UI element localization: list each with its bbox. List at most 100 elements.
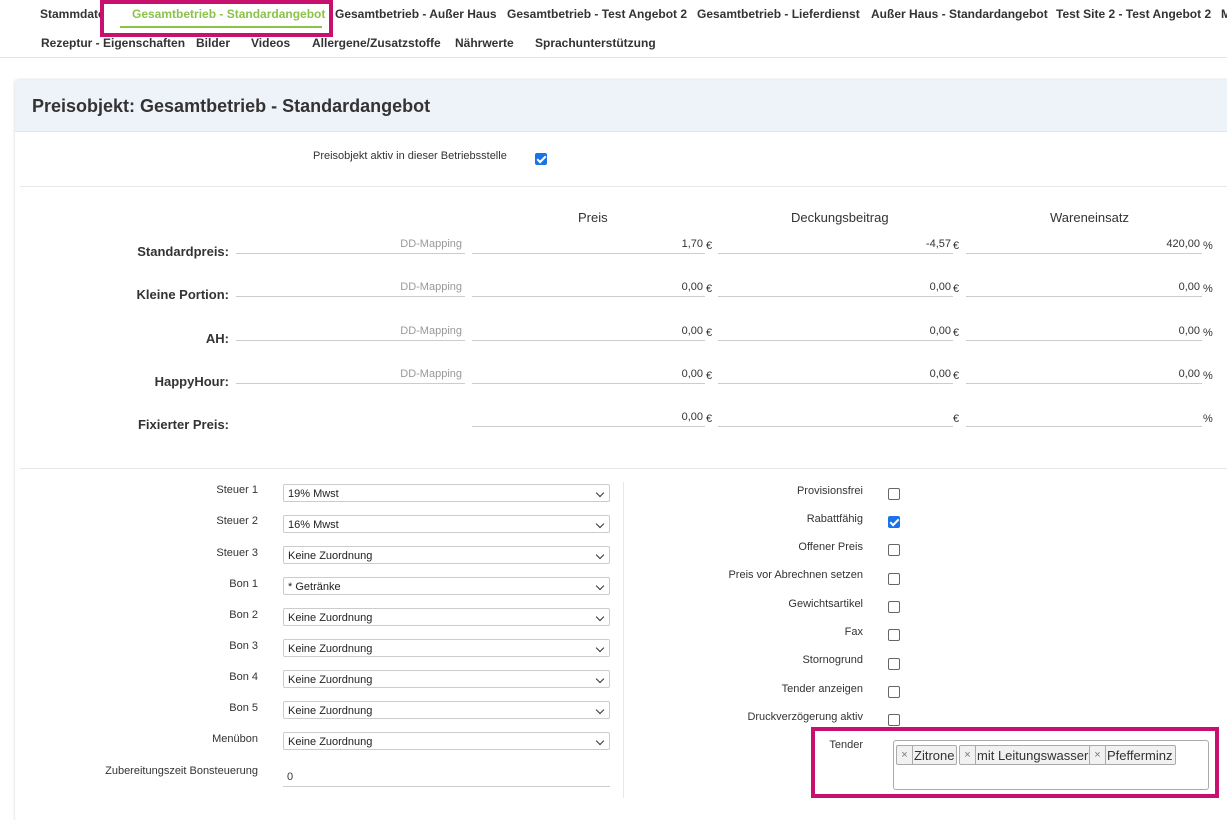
zubereitung-input[interactable]: 0 (283, 763, 610, 787)
checkbox-label: Fax (844, 626, 863, 638)
rabattfaehig-checkbox[interactable] (888, 516, 900, 528)
deckungsbeitrag-input[interactable]: 0,00 (718, 368, 953, 384)
select-label: Bon 3 (229, 640, 258, 652)
remove-tag-icon[interactable]: × (1090, 746, 1106, 764)
select-label: Bon 2 (229, 609, 258, 621)
active-toggle-label: Preisobjekt aktiv in dieser Betriebsstel… (313, 150, 507, 162)
checkbox-label: Druckverzögerung aktiv (747, 711, 863, 723)
bon5-select[interactable]: Keine Zuordnung (283, 701, 610, 719)
tab-gesamtbetrieb-test-angebot-2[interactable]: Gesamtbetrieb - Test Angebot 2 (507, 7, 687, 21)
percent-unit: % (1203, 240, 1213, 252)
tab-overflow[interactable]: M (1221, 7, 1227, 21)
col-header-preis: Preis (578, 210, 608, 225)
select-label: Bon 4 (229, 671, 258, 683)
chevron-down-icon (595, 612, 605, 622)
checkbox-label: Stornogrund (802, 654, 863, 666)
tab-allergene-zusatzstoffe[interactable]: Allergene/Zusatzstoffe (312, 36, 441, 50)
deckungsbeitrag-input[interactable] (718, 411, 953, 427)
steuer3-select[interactable]: Keine Zuordnung (283, 546, 610, 564)
tab-gesamtbetrieb-standardangebot[interactable]: Gesamtbetrieb - Standardangebot (132, 7, 325, 21)
preis-input[interactable]: 0,00 (472, 411, 705, 427)
col-header-deckungsbeitrag: Deckungsbeitrag (791, 210, 889, 225)
currency-unit: € (706, 327, 713, 339)
active-toggle-checkbox[interactable] (535, 153, 547, 165)
chevron-down-icon (595, 581, 605, 591)
deckungsbeitrag-input[interactable]: 0,00 (718, 325, 953, 341)
steuer2-select[interactable]: 16% Mwst (283, 515, 610, 533)
divider (20, 468, 1227, 469)
page-title: Preisobjekt: Gesamtbetrieb - Standardang… (32, 96, 431, 116)
preis-input[interactable]: 1,70 (472, 238, 705, 254)
currency-unit: € (706, 370, 713, 382)
wareneinsatz-input[interactable]: 0,00 (966, 281, 1202, 297)
tab-ausser-haus-standardangebot[interactable]: Außer Haus - Standardangebot (871, 7, 1048, 21)
column-divider (623, 482, 624, 798)
currency-unit: € (953, 370, 960, 382)
tender-multiselect[interactable]: × Zitrone × mit Leitungswasser × Pfeffer… (893, 740, 1209, 790)
select-label: Steuer 2 (216, 515, 258, 527)
chevron-down-icon (595, 674, 605, 684)
bon4-select[interactable]: Keine Zuordnung (283, 670, 610, 688)
currency-unit: € (953, 240, 960, 252)
tab-rezeptur-eigenschaften[interactable]: Rezeptur - Eigenschaften (41, 36, 185, 50)
remove-tag-icon[interactable]: × (897, 746, 913, 764)
deckungsbeitrag-input[interactable]: -4,57 (718, 238, 953, 254)
row-label-fixierter-preis: Fixierter Preis: (137, 417, 229, 432)
mapping-input[interactable]: DD-Mapping (236, 238, 465, 254)
fax-checkbox[interactable] (888, 629, 900, 641)
preis-input[interactable]: 0,00 (472, 325, 705, 341)
bon1-select[interactable]: * Getränke (283, 577, 610, 595)
druckverzoegerung-checkbox[interactable] (888, 714, 900, 726)
remove-tag-icon[interactable]: × (960, 746, 976, 764)
tab-bilder[interactable]: Bilder (196, 36, 230, 50)
bon2-select[interactable]: Keine Zuordnung (283, 608, 610, 626)
tender-anzeigen-checkbox[interactable] (888, 686, 900, 698)
select-label: Steuer 1 (216, 484, 258, 496)
tab-sprachunterstuetzung[interactable]: Sprachunterstützung (535, 36, 656, 50)
provisionsfrei-checkbox[interactable] (888, 488, 900, 500)
percent-unit: % (1203, 283, 1213, 295)
tender-tag: × Zitrone (896, 745, 958, 765)
chevron-down-icon (595, 550, 605, 560)
percent-unit: % (1203, 370, 1213, 382)
wareneinsatz-input[interactable]: 420,00 (966, 238, 1202, 254)
preis-vor-abrechnen-checkbox[interactable] (888, 573, 900, 585)
checkbox-label: Rabattfähig (806, 513, 863, 525)
row-label-standardpreis: Standardpreis: (137, 244, 229, 259)
wareneinsatz-input[interactable]: 0,00 (966, 325, 1202, 341)
wareneinsatz-input[interactable]: 0,00 (966, 368, 1202, 384)
currency-unit: € (706, 240, 713, 252)
chevron-down-icon (595, 519, 605, 529)
wareneinsatz-input[interactable] (966, 411, 1202, 427)
percent-unit: % (1203, 413, 1213, 425)
row-label-happyhour: HappyHour: (154, 374, 229, 389)
chevron-down-icon (595, 705, 605, 715)
preis-input[interactable]: 0,00 (472, 368, 705, 384)
select-label: Bon 5 (229, 702, 258, 714)
deckungsbeitrag-input[interactable]: 0,00 (718, 281, 953, 297)
card-header: Preisobjekt: Gesamtbetrieb - Standardang… (15, 80, 1227, 132)
checkbox-label: Provisionsfrei (796, 485, 863, 497)
mapping-input[interactable]: DD-Mapping (236, 281, 465, 297)
stornogrund-checkbox[interactable] (888, 658, 900, 670)
tab-stammdaten[interactable]: Stammdaten (40, 7, 102, 21)
steuer1-select[interactable]: 19% Mwst (283, 484, 610, 502)
preis-input[interactable]: 0,00 (472, 281, 705, 297)
mapping-input[interactable]: DD-Mapping (236, 325, 465, 341)
tab-videos[interactable]: Videos (251, 36, 290, 50)
checkbox-label: Tender anzeigen (781, 683, 863, 695)
offener-preis-checkbox[interactable] (888, 544, 900, 556)
checkbox-label: Gewichtsartikel (788, 598, 863, 610)
percent-unit: % (1203, 327, 1213, 339)
select-label: Steuer 3 (216, 547, 258, 559)
menuebon-select[interactable]: Keine Zuordnung (283, 732, 610, 750)
mapping-input[interactable]: DD-Mapping (236, 368, 465, 384)
gewichtsartikel-checkbox[interactable] (888, 601, 900, 613)
tab-gesamtbetrieb-ausser-haus[interactable]: Gesamtbetrieb - Außer Haus (335, 7, 497, 21)
row-label-ah: AH: (205, 331, 229, 346)
select-label: Menübon (212, 733, 258, 745)
tab-gesamtbetrieb-lieferdienst[interactable]: Gesamtbetrieb - Lieferdienst (697, 7, 860, 21)
tab-test-site-2-test-angebot-2[interactable]: Test Site 2 - Test Angebot 2 (1056, 7, 1211, 21)
tab-naehrwerte[interactable]: Nährwerte (455, 36, 514, 50)
bon3-select[interactable]: Keine Zuordnung (283, 639, 610, 657)
